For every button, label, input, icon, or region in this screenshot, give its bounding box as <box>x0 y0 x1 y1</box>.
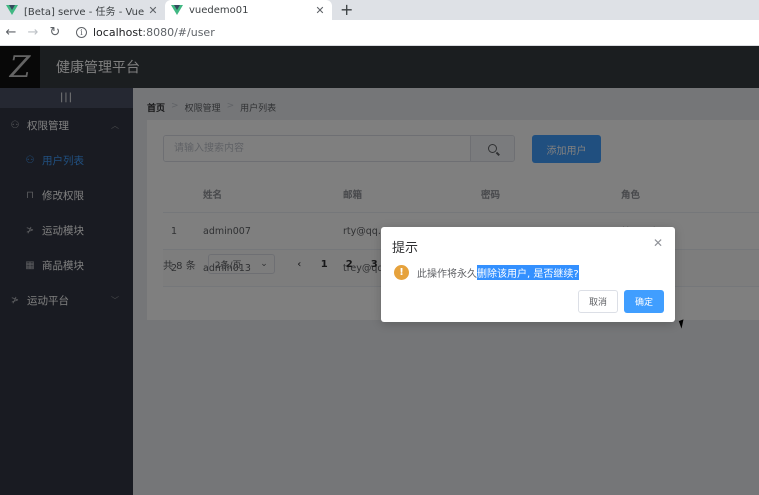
new-tab-button[interactable]: + <box>340 0 353 20</box>
close-icon[interactable]: ✕ <box>314 4 326 17</box>
browser-toolbar: ← → ↻ i localhost:8080/#/user <box>0 20 759 46</box>
dialog-message: ! 此操作将永久 删除该用户, 是否继续? <box>394 265 579 280</box>
url-path: :8080/#/user <box>142 26 215 39</box>
address-bar[interactable]: i localhost:8080/#/user <box>70 23 759 43</box>
dialog-message-selected: 删除该用户, 是否继续? <box>477 265 579 280</box>
cancel-button[interactable]: 取消 <box>578 290 618 313</box>
dialog-title: 提示 <box>392 241 419 256</box>
browser-tab-strip: [Beta] serve - 任务 - Vue CLI ✕ vuedemo01 … <box>0 0 759 20</box>
url-host: localhost <box>93 26 143 39</box>
dialog-message-prefix: 此操作将永久 <box>417 269 477 280</box>
forward-icon[interactable]: → <box>22 25 44 40</box>
warning-icon: ! <box>394 265 409 280</box>
confirm-button[interactable]: 确定 <box>624 290 664 313</box>
vue-logo-icon <box>6 5 18 15</box>
tab-label: vuedemo01 <box>189 4 249 16</box>
tab-label: [Beta] serve - 任务 - Vue CLI <box>24 6 147 18</box>
confirm-dialog: 提示 ✕ ! 此操作将永久 删除该用户, 是否继续? 取消 确定 <box>381 227 675 322</box>
reload-icon[interactable]: ↻ <box>44 25 66 40</box>
vue-logo-icon <box>171 5 183 15</box>
close-icon[interactable]: ✕ <box>147 4 159 17</box>
browser-tab-vue-cli[interactable]: [Beta] serve - 任务 - Vue CLI ✕ <box>0 0 165 20</box>
back-icon[interactable]: ← <box>0 25 22 40</box>
close-icon[interactable]: ✕ <box>653 236 663 250</box>
info-icon[interactable]: i <box>76 27 87 38</box>
browser-tab-vuedemo01[interactable]: vuedemo01 ✕ <box>165 0 332 20</box>
